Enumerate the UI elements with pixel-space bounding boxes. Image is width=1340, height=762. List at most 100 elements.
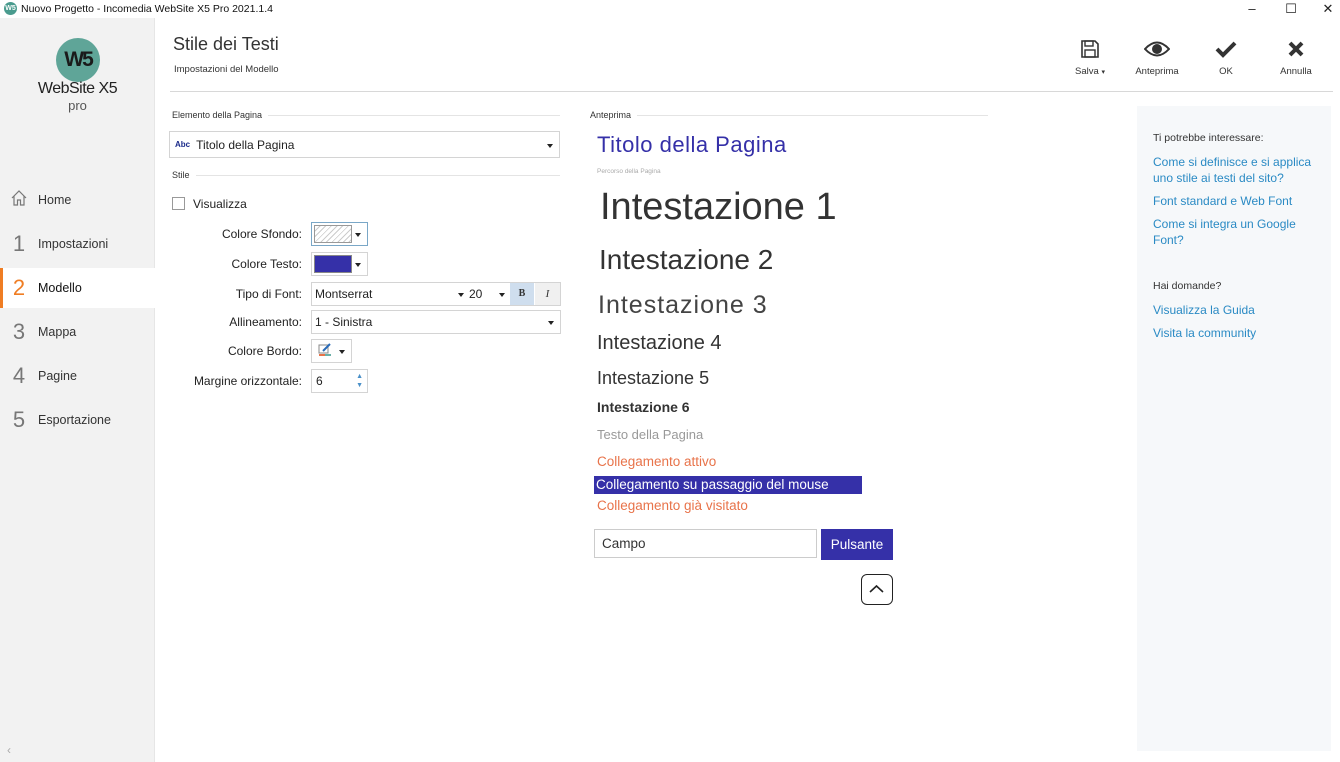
step-number: 5 [12,407,26,432]
bold-button[interactable]: B [510,283,534,305]
cancel-button[interactable]: Annulla [1261,36,1331,77]
preview-heading-1: Intestazione 1 [600,186,837,228]
help-link-text-style[interactable]: Come si definisce e si applica uno stile… [1153,154,1323,186]
bg-color-label: Colore Sfondo: [221,227,302,241]
preview-button[interactable]: Anteprima [1122,36,1192,77]
close-icon [1261,36,1331,62]
save-label: Salva [1075,66,1099,77]
preview-heading-2: Intestazione 2 [599,244,774,275]
minimize-button[interactable]: – [1237,0,1267,18]
sidebar-item-esportazione[interactable]: 5 Esportazione [0,400,155,440]
maximize-button[interactable]: ☐ [1276,0,1306,18]
page-subtitle: Impostazioni del Modello [174,64,279,75]
sidebar-item-label: Pagine [38,369,77,383]
preview-heading-6: Intestazione 6 [597,399,690,415]
preview-link-visited: Collegamento già visitato [597,498,748,513]
preview-section-label: Anteprima [590,110,988,120]
sidebar: W5 WebSite X5 pro Home 1 Impostazioni 2 … [0,18,155,762]
margin-label: Margine orizzontale: [193,374,302,388]
preview-breadcrumb: Percorso della Pagina [597,168,661,175]
close-window-button[interactable]: ✕ [1313,0,1340,18]
text-color-swatch [314,255,352,273]
help-link-guide[interactable]: Visualizza la Guida [1153,302,1323,318]
collapse-sidebar-icon[interactable]: ‹ [7,743,11,757]
sidebar-item-label: Home [38,193,72,207]
align-label: Allineamento: [229,315,302,329]
logo-name: WebSite X5 [37,80,118,97]
text-element-icon: Abc [175,140,191,149]
cancel-label: Annulla [1280,66,1312,77]
checkmark-icon [1191,36,1261,62]
step-number: 4 [12,363,26,388]
help-link-community[interactable]: Visita la community [1153,325,1323,341]
header-divider [170,91,1333,92]
page-element-value: Titolo della Pagina [196,137,295,152]
step-number: 3 [12,319,26,344]
chevron-down-icon [355,263,361,267]
font-size-value[interactable]: 20 [469,287,482,301]
chevron-down-icon [548,321,554,325]
page-element-select[interactable]: Abc Titolo della Pagina [169,131,560,158]
preview-label: Anteprima [1135,66,1179,77]
preview-field: Campo [594,529,817,558]
step-number: 2 [12,275,26,300]
text-color-picker[interactable] [311,252,368,276]
preview-page-title: Titolo della Pagina [597,132,787,157]
align-select[interactable]: 1 - Sinistra [311,310,561,334]
ok-label: OK [1219,66,1233,77]
window-title: Nuovo Progetto - Incomedia WebSite X5 Pr… [21,3,273,15]
page-title: Stile dei Testi [173,34,279,54]
chevron-down-icon [355,233,361,237]
sidebar-item-home[interactable]: Home [0,180,155,220]
back-to-top-icon [861,574,893,605]
chevron-down-icon: ▾ [1101,69,1105,76]
sidebar-item-label: Modello [38,281,82,295]
pencil-color-icon [318,342,332,360]
border-color-picker[interactable] [311,339,352,363]
app-icon: W5 [4,2,17,15]
spin-arrows-icon[interactable]: ▲ ▼ [356,372,363,390]
eye-icon [1122,36,1192,62]
preview-link-hover: Collegamento su passaggio del mouse [594,476,862,494]
title-bar: W5 Nuovo Progetto - Incomedia WebSite X5… [0,0,1340,18]
font-label: Tipo di Font: [235,287,302,301]
help-panel: Ti potrebbe interessare: Come si definis… [1137,106,1331,751]
margin-stepper[interactable]: 6 ▲ ▼ [311,369,368,393]
sidebar-item-pagine[interactable]: 4 Pagine [0,356,155,396]
font-select[interactable]: Montserrat 20 B I [311,282,561,306]
chevron-down-icon [547,144,553,148]
element-section-label: Elemento della Pagina [172,110,560,120]
help-link-web-font[interactable]: Font standard e Web Font [1153,193,1323,209]
text-color-label: Colore Testo: [231,257,302,271]
sidebar-item-impostazioni[interactable]: 1 Impostazioni [0,224,155,264]
sidebar-item-label: Mappa [38,325,77,339]
logo-edition: pro [68,98,87,113]
border-color-label: Colore Bordo: [227,344,302,358]
sidebar-item-modello[interactable]: 2 Modello [0,268,155,308]
save-button[interactable]: Salva ▾ [1055,36,1125,77]
help-interest-heading: Ti potrebbe interessare: [1153,132,1264,144]
home-icon [0,187,38,213]
preview-heading-3: Intestazione 3 [598,291,768,319]
help-questions-heading: Hai domande? [1153,280,1222,292]
show-checkbox[interactable] [172,197,185,210]
margin-value: 6 [316,374,323,388]
ok-button[interactable]: OK [1191,36,1261,77]
preview-body-text: Testo della Pagina [597,427,704,442]
sidebar-item-label: Esportazione [38,413,111,427]
preview-heading-4: Intestazione 4 [597,332,722,354]
sidebar-item-mappa[interactable]: 3 Mappa [0,312,155,352]
align-value: 1 - Sinistra [315,315,373,329]
help-link-google-font[interactable]: Come si integra un Google Font? [1153,216,1323,248]
style-section-label: Stile [172,170,560,180]
chevron-down-icon [339,350,345,354]
save-icon [1055,36,1125,62]
step-number: 1 [12,231,26,256]
transparent-swatch [314,225,352,243]
chevron-down-icon [499,293,505,297]
bg-color-picker[interactable] [311,222,368,246]
italic-button[interactable]: I [535,283,560,305]
preview-link-active: Collegamento attivo [597,454,717,469]
preview-heading-5: Intestazione 5 [597,368,710,388]
preview-button: Pulsante [821,529,893,560]
